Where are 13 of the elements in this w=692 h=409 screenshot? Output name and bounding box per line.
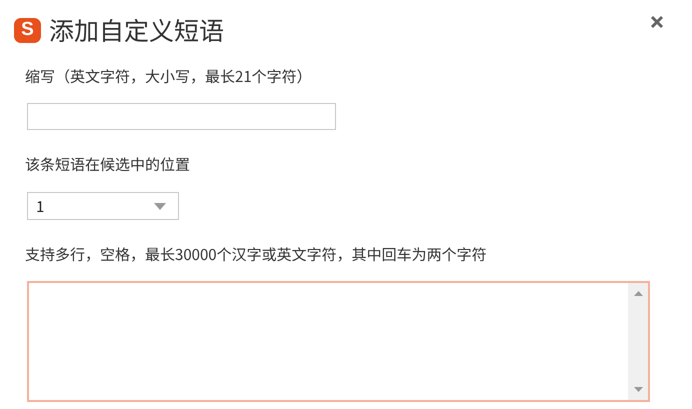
phrase-label: 支持多行，空格，最长30000个汉字或英文字符，其中回车为两个字符 bbox=[25, 245, 488, 265]
scrollbar[interactable] bbox=[628, 283, 648, 400]
position-dropdown[interactable]: 1 bbox=[27, 192, 179, 220]
position-label: 该条短语在候选中的位置 bbox=[25, 155, 192, 175]
caret-icon bbox=[154, 202, 166, 210]
abbreviation-label: 缩写（英文字符，大小写，最长21个字符） bbox=[25, 67, 313, 87]
close-icon bbox=[650, 15, 664, 29]
scroll-down-icon[interactable] bbox=[634, 387, 642, 392]
app-logo: S bbox=[14, 18, 41, 42]
scroll-up-icon[interactable] bbox=[634, 291, 642, 296]
abbreviation-field[interactable] bbox=[27, 103, 336, 130]
phrase-field[interactable] bbox=[27, 281, 650, 402]
window-title: 添加自定义短语 bbox=[49, 12, 224, 48]
